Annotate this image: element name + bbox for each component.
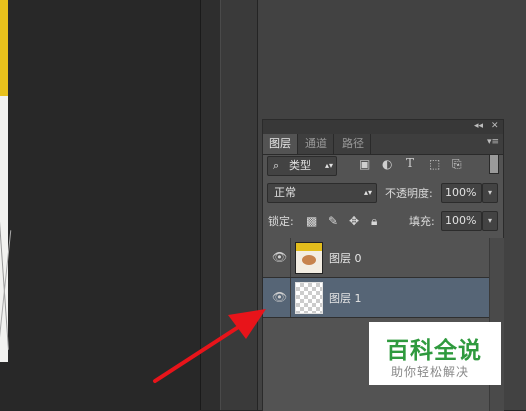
red-arrow-annotation [153,309,266,383]
